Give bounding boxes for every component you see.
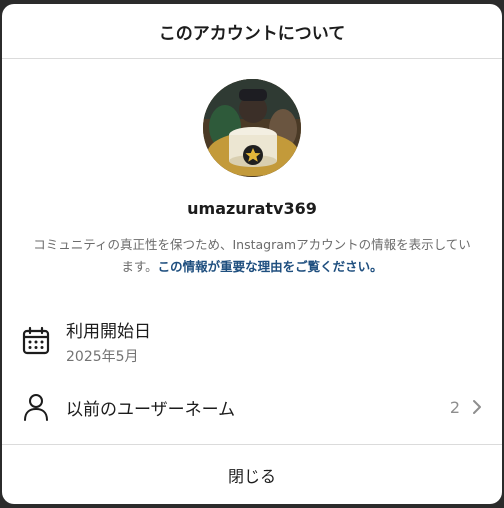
profile-description: コミュニティの真正性を保つため、Instagramアカウントの情報を表示していま… [32,234,472,278]
avatar [203,79,301,177]
date-joined-value: 2025年5月 [66,348,139,365]
calendar-icon [20,325,52,357]
account-info-list: 利用開始日 2025年5月 以前のユーザーネーム 2 [2,306,502,438]
date-joined-row: 利用開始日 2025年5月 [2,306,502,376]
about-account-dialog: このアカウントについて umazuratv369 コミュニティの真正性を保つため… [2,4,502,504]
former-usernames-label: 以前のユーザーネーム [66,399,236,420]
close-button[interactable]: 閉じる [2,444,502,504]
former-usernames-row[interactable]: 以前のユーザーネーム 2 [2,376,502,438]
avatar-photo [203,79,301,177]
why-important-link[interactable]: この情報が重要な理由をご覧ください。 [158,259,383,274]
profile-username: umazuratv369 [187,199,317,218]
chevron-right-icon [470,400,484,414]
former-usernames-count: 2 [449,397,460,417]
profile-section: umazuratv369 コミュニティの真正性を保つため、Instagramアカ… [2,59,502,278]
dialog-header: このアカウントについて [2,4,502,59]
close-button-label: 閉じる [227,466,276,486]
person-icon [20,391,52,423]
date-joined-label: 利用開始日 [66,321,151,342]
dialog-title: このアカウントについて [158,23,346,44]
